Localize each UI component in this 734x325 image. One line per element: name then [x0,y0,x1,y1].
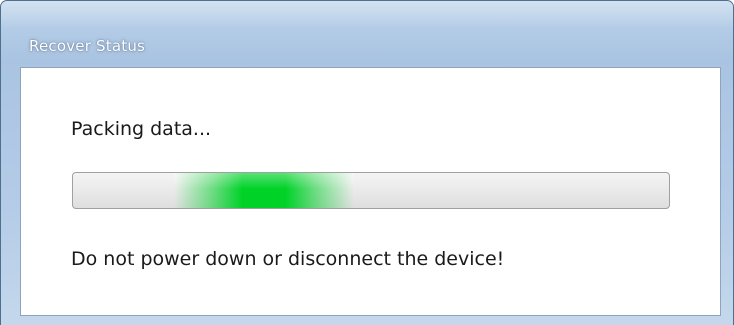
progress-bar [72,172,670,209]
dialog-content: Packing data... Do not power down or dis… [20,67,721,316]
title-bar[interactable]: Recover Status [1,1,733,67]
recover-status-dialog: Recover Status Packing data... Do not po… [0,0,734,325]
window-title: Recover Status [29,37,146,55]
status-label: Packing data... [71,118,212,140]
warning-message: Do not power down or disconnect the devi… [71,248,505,270]
progress-marquee [174,173,354,208]
